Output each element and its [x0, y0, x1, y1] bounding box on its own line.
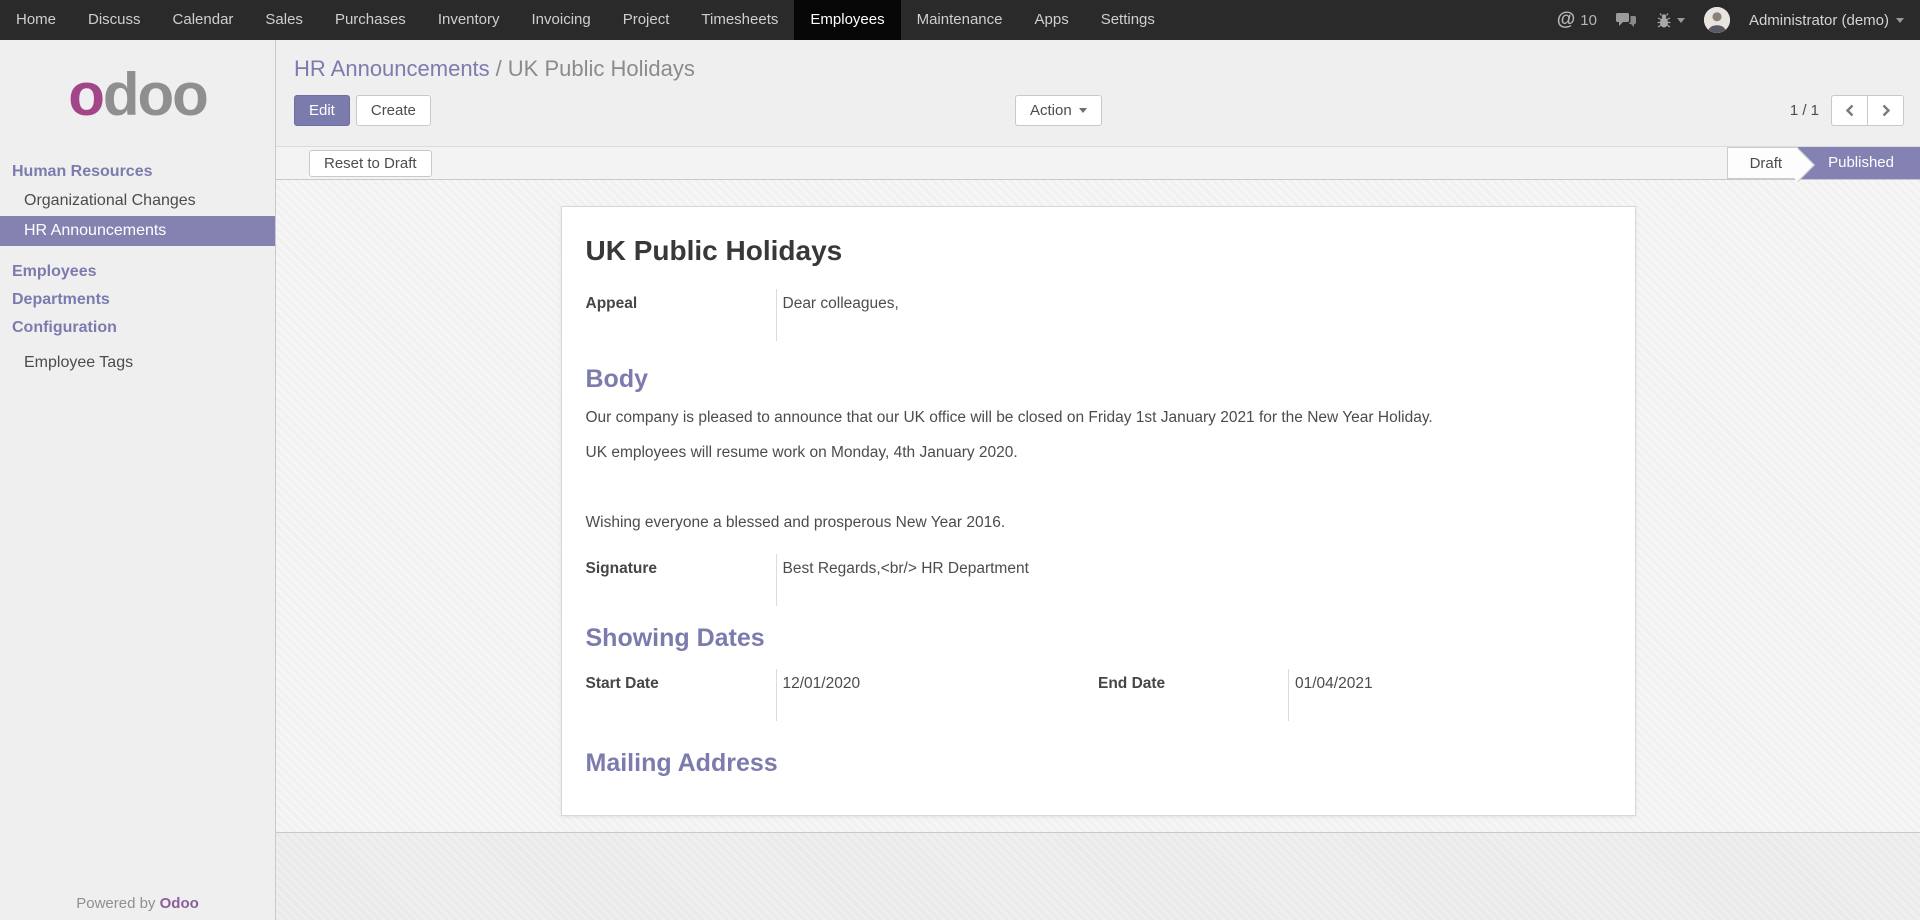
nav-timesheets[interactable]: Timesheets [685, 0, 794, 40]
signature-value: Best Regards,<br/> HR Department [776, 554, 1611, 606]
avatar-image [1704, 7, 1730, 33]
left-sidebar: odoo Human Resources Organizational Chan… [0, 40, 276, 920]
debug-caret-icon [1677, 18, 1685, 23]
nav-invoicing[interactable]: Invoicing [516, 0, 607, 40]
status-published[interactable]: Published [1798, 147, 1920, 179]
odoo-logo: odoo [0, 40, 275, 158]
signature-field-row: Signature Best Regards,<br/> HR Departme… [586, 554, 1611, 606]
statusbar-states: Draft Published [1727, 147, 1920, 179]
appeal-label: Appeal [586, 289, 776, 341]
debug-menu-button[interactable] [1656, 12, 1685, 29]
user-avatar[interactable] [1704, 7, 1730, 33]
chat-bubbles-icon [1616, 12, 1637, 29]
pager-previous-button[interactable] [1831, 95, 1868, 126]
dates-field-row: Start Date 12/01/2020 End Date 01/04/202… [586, 669, 1611, 721]
sidebar-item-organizational-changes[interactable]: Organizational Changes [0, 186, 275, 216]
body-paragraph: UK employees will resume work on Monday,… [586, 442, 1611, 464]
nav-discuss[interactable]: Discuss [72, 0, 157, 40]
appeal-value: Dear colleagues, [776, 289, 1611, 341]
chevron-right-icon [1881, 104, 1891, 117]
create-button[interactable]: Create [356, 95, 431, 126]
sidebar-heading-human-resources[interactable]: Human Resources [0, 158, 275, 186]
bottom-background-area [276, 832, 1920, 920]
action-label: Action [1030, 102, 1072, 119]
edit-button[interactable]: Edit [294, 95, 350, 126]
end-date-field: End Date 01/04/2021 [1098, 669, 1611, 721]
chevron-left-icon [1845, 104, 1855, 117]
user-menu[interactable]: Administrator (demo) [1749, 12, 1904, 29]
bug-icon [1656, 12, 1672, 29]
mailing-address-section-heading: Mailing Address [586, 749, 1611, 778]
nav-employees[interactable]: Employees [794, 0, 900, 40]
control-panel: HR Announcements/UK Public Holidays Edit… [276, 40, 1920, 146]
record-pager: 1 / 1 [1790, 95, 1904, 126]
topbar-right-tools: @ 10 [1557, 0, 1920, 40]
breadcrumb-parent-link[interactable]: HR Announcements [294, 56, 490, 81]
nav-sales[interactable]: Sales [249, 0, 319, 40]
sidebar-heading-configuration[interactable]: Configuration [0, 314, 275, 342]
powered-by-text: Powered by [76, 895, 155, 912]
action-caret-icon [1079, 108, 1087, 113]
nav-purchases[interactable]: Purchases [319, 0, 422, 40]
messages-button[interactable] [1616, 12, 1637, 29]
form-sheet: UK Public Holidays Appeal Dear colleague… [561, 206, 1636, 816]
control-buttons: Edit Create [294, 95, 1920, 126]
start-date-label: Start Date [586, 669, 776, 721]
announcement-title: UK Public Holidays [586, 235, 1611, 267]
powered-by-footer: Powered by Odoo [0, 895, 275, 912]
mentions-counter[interactable]: @ 10 [1557, 9, 1597, 31]
body-section-heading: Body [586, 365, 1611, 394]
form-view-area: UK Public Holidays Appeal Dear colleague… [276, 180, 1920, 832]
end-date-value: 01/04/2021 [1288, 669, 1611, 721]
nav-apps[interactable]: Apps [1019, 0, 1085, 40]
body-paragraph: Wishing everyone a blessed and prosperou… [586, 512, 1611, 534]
nav-maintenance[interactable]: Maintenance [901, 0, 1019, 40]
reset-to-draft-button[interactable]: Reset to Draft [309, 150, 432, 177]
sidebar-heading-employees[interactable]: Employees [0, 258, 275, 286]
user-menu-caret-icon [1896, 18, 1904, 23]
sidebar-item-hr-announcements[interactable]: HR Announcements [0, 216, 275, 246]
breadcrumb: HR Announcements/UK Public Holidays [276, 40, 1920, 82]
end-date-label: End Date [1098, 669, 1288, 721]
nav-home[interactable]: Home [0, 0, 72, 40]
main-content: HR Announcements/UK Public Holidays Edit… [276, 40, 1920, 920]
nav-project[interactable]: Project [607, 0, 686, 40]
start-date-value: 12/01/2020 [776, 669, 1099, 721]
odoo-logo-first-letter: o [68, 61, 103, 128]
nav-calendar[interactable]: Calendar [157, 0, 250, 40]
pager-value[interactable]: 1 / 1 [1790, 102, 1819, 119]
top-navigation-bar: Home Discuss Calendar Sales Purchases In… [0, 0, 1920, 40]
form-statusbar: Reset to Draft Draft Published [276, 146, 1920, 180]
nav-inventory[interactable]: Inventory [422, 0, 516, 40]
body-paragraph [586, 477, 1611, 499]
breadcrumb-current: UK Public Holidays [508, 56, 695, 81]
body-paragraph: Our company is pleased to announce that … [586, 407, 1611, 429]
status-draft[interactable]: Draft [1727, 147, 1799, 179]
breadcrumb-separator: / [490, 56, 508, 81]
sidebar-heading-departments[interactable]: Departments [0, 286, 275, 314]
showing-dates-section-heading: Showing Dates [586, 624, 1611, 653]
pager-next-button[interactable] [1867, 95, 1904, 126]
nav-settings[interactable]: Settings [1085, 0, 1171, 40]
appeal-field-row: Appeal Dear colleagues, [586, 289, 1611, 341]
user-name-label: Administrator (demo) [1749, 12, 1889, 29]
action-dropdown-button[interactable]: Action [1015, 95, 1102, 126]
start-date-field: Start Date 12/01/2020 [586, 669, 1099, 721]
powered-by-odoo-link[interactable]: Odoo [160, 895, 199, 912]
odoo-logo-rest: doo [103, 61, 207, 128]
mention-count: 10 [1580, 12, 1597, 29]
sidebar-item-employee-tags[interactable]: Employee Tags [0, 348, 275, 378]
mention-at-icon: @ [1557, 9, 1576, 31]
signature-label: Signature [586, 554, 776, 606]
